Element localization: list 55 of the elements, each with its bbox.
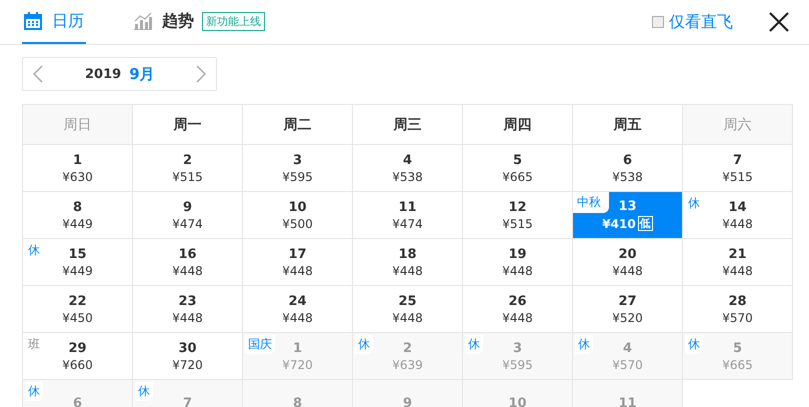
bar-chart-icon [134, 12, 152, 30]
year-label: 2019 [85, 66, 122, 82]
day-tag: 休 [135, 382, 153, 401]
date-cell[interactable]: 休 5 ¥665 [683, 333, 793, 380]
day-tag: 休 [465, 335, 483, 354]
direct-flight-checkbox[interactable]: 仅看直飞 [652, 12, 733, 32]
date-cell[interactable]: 23 ¥448 [133, 286, 243, 333]
weekday-header: 周六 [683, 105, 793, 145]
date-cell[interactable]: 1 ¥630 [23, 145, 133, 192]
date-cell[interactable]: 11 ¥474 [353, 192, 463, 239]
date-cell[interactable]: 2 ¥515 [133, 145, 243, 192]
date-cell[interactable]: 8 ¥449 [23, 192, 133, 239]
date-cell[interactable]: 休 3 ¥595 [463, 333, 573, 380]
date-cell[interactable]: 国庆 1 ¥720 [243, 333, 353, 380]
date-cell[interactable]: 休 4 ¥570 [573, 333, 683, 380]
day-tag: 休 [685, 335, 703, 354]
weekday-header: 周三 [353, 105, 463, 145]
date-cell[interactable]: 18 ¥448 [353, 239, 463, 286]
date-cell[interactable]: 休 14 ¥448 [683, 192, 793, 239]
weekday-header: 周日 [23, 105, 133, 145]
date-cell[interactable]: 5 ¥665 [463, 145, 573, 192]
date-cell[interactable]: 4 ¥538 [353, 145, 463, 192]
checkbox[interactable] [652, 16, 664, 28]
date-cell[interactable]: 休 15 ¥449 [23, 239, 133, 286]
tab[interactable]: 趋势 新功能上线 [132, 0, 267, 44]
day-tag: 休 [25, 382, 43, 401]
close-icon[interactable] [769, 12, 789, 32]
date-cell[interactable]: 20 ¥448 [573, 239, 683, 286]
date-cell[interactable]: 休 6 [23, 380, 133, 407]
lowest-price-badge: 低 [638, 216, 653, 231]
day-tag: 中秋 [573, 192, 609, 213]
date-cell[interactable]: 3 ¥595 [243, 145, 353, 192]
date-cell[interactable]: 休 7 [133, 380, 243, 407]
date-cell[interactable]: 9 ¥474 [133, 192, 243, 239]
calendar-icon [24, 12, 42, 30]
new-feature-badge: 新功能上线 [202, 12, 265, 30]
date-cell[interactable]: 22 ¥450 [23, 286, 133, 333]
date-cell[interactable]: 中秋 13 ¥410 低 [573, 192, 683, 239]
date-cell[interactable]: 17 ¥448 [243, 239, 353, 286]
day-tag: 休 [575, 335, 593, 354]
next-month-icon[interactable] [196, 65, 206, 83]
date-cell[interactable]: 19 ¥448 [463, 239, 573, 286]
previous-month-icon[interactable] [33, 65, 43, 83]
date-cell[interactable]: 16 ¥448 [133, 239, 243, 286]
weekday-header: 周二 [243, 105, 353, 145]
date-cell[interactable]: 休 2 ¥639 [353, 333, 463, 380]
tab[interactable]: 日历 [22, 0, 86, 44]
weekday-header: 周一 [133, 105, 243, 145]
day-tag: 休 [355, 335, 373, 354]
date-cell[interactable]: 10 ¥500 [243, 192, 353, 239]
date-cell[interactable]: 7 ¥515 [683, 145, 793, 192]
weekday-header: 周四 [463, 105, 573, 145]
month-label: 9月 [129, 64, 155, 84]
date-cell[interactable]: 21 ¥448 [683, 239, 793, 286]
day-tag: 国庆 [245, 335, 275, 354]
